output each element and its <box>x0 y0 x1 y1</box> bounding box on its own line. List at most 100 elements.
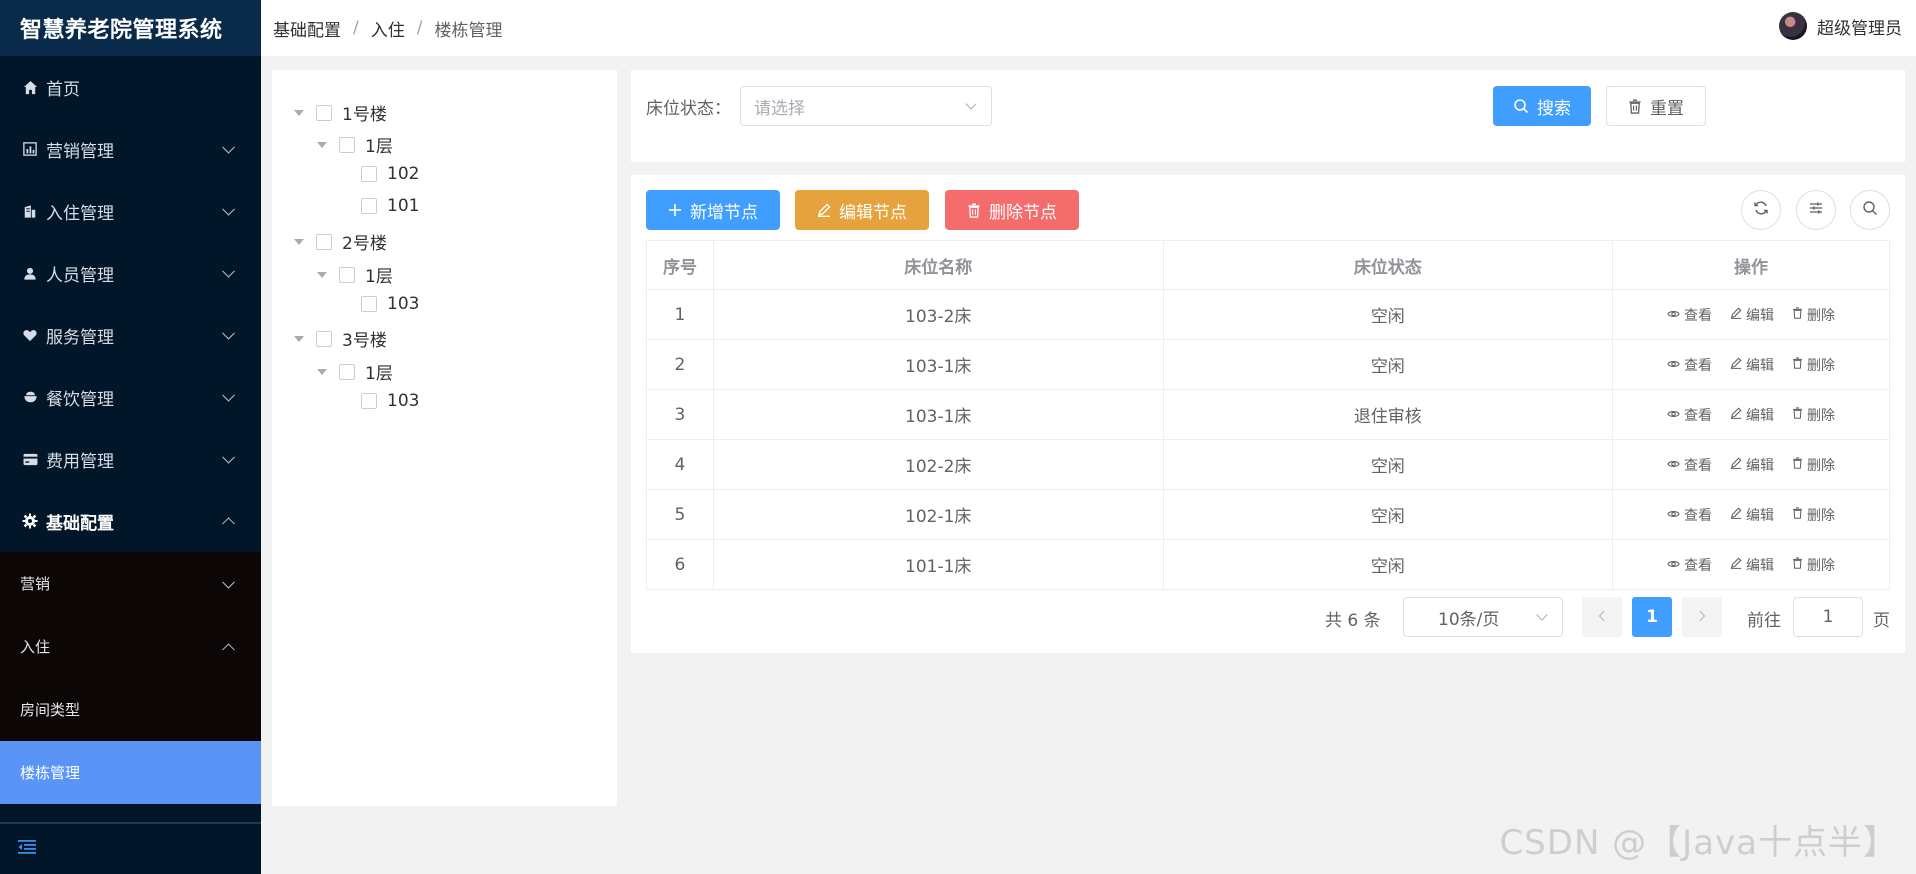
prev-page-button[interactable] <box>1582 597 1622 637</box>
sidebar-item-catering[interactable]: 餐饮管理 <box>0 366 261 428</box>
delete-button[interactable]: 删除 <box>1792 505 1835 525</box>
tree-checkbox[interactable] <box>361 393 377 409</box>
breadcrumb-item[interactable]: 基础配置 <box>273 16 341 41</box>
sidebar-item-staff[interactable]: 人员管理 <box>0 242 261 304</box>
edit-button[interactable]: 编辑 <box>1730 505 1774 525</box>
tree-checkbox[interactable] <box>361 296 377 312</box>
tree-checkbox[interactable] <box>316 330 332 347</box>
caret-down-icon[interactable] <box>317 368 327 375</box>
column-settings-button[interactable] <box>1796 190 1836 230</box>
reset-button[interactable]: 重置 <box>1606 86 1706 126</box>
sidebar-item-service[interactable]: 服务管理 <box>0 304 261 366</box>
view-label: 查看 <box>1684 557 1713 574</box>
tree-node-building-1[interactable]: 1号楼 <box>294 100 387 125</box>
bed-status-select[interactable]: 请选择 <box>740 86 992 126</box>
delete-button[interactable]: 删除 <box>1792 455 1835 475</box>
view-button[interactable]: 查看 <box>1667 405 1712 425</box>
edit-button[interactable]: 编辑 <box>1730 305 1774 325</box>
tree-node-room[interactable]: 101 <box>339 196 419 216</box>
caret-down-icon[interactable] <box>294 335 304 342</box>
tree-node-floor[interactable]: 1层 <box>317 359 393 384</box>
tree-node-room[interactable]: 103 <box>339 391 419 411</box>
edit-button[interactable]: 编辑 <box>1730 555 1774 575</box>
breadcrumb-item[interactable]: 入住 <box>371 16 405 41</box>
trash-icon <box>1792 406 1807 423</box>
goto-page-input[interactable]: 1 <box>1793 597 1863 637</box>
delete-label: 删除 <box>1807 357 1836 374</box>
chevron-left-icon <box>1598 607 1606 627</box>
cell-index: 1 <box>646 289 714 340</box>
delete-button[interactable]: 删除 <box>1792 355 1835 375</box>
tree-checkbox[interactable] <box>361 166 377 182</box>
sidebar-item-basic-config[interactable]: 基础配置 <box>0 490 261 552</box>
edit-label: 编辑 <box>1746 357 1775 374</box>
cell-index: 3 <box>646 389 714 440</box>
next-page-button[interactable] <box>1682 597 1722 637</box>
tree-checkbox[interactable] <box>316 233 332 250</box>
view-button[interactable]: 查看 <box>1667 555 1712 575</box>
cell-bed-name: 102-2床 <box>712 439 1164 490</box>
sidebar-subitem-checkin[interactable]: 入住 <box>0 615 261 678</box>
edit-button[interactable]: 编辑 <box>1730 355 1774 375</box>
avatar <box>1779 12 1807 40</box>
caret-down-icon[interactable] <box>317 271 327 278</box>
sidebar-item-marketing[interactable]: 营销管理 <box>0 118 261 180</box>
user-menu[interactable]: 超级管理员 <box>1779 12 1902 40</box>
view-label: 查看 <box>1684 407 1713 424</box>
chevron-down-icon <box>222 575 235 589</box>
add-node-button[interactable]: 新增节点 <box>646 190 780 230</box>
tree-checkbox[interactable] <box>339 363 355 380</box>
delete-node-button[interactable]: 删除节点 <box>945 190 1079 230</box>
tree-checkbox[interactable] <box>339 136 355 153</box>
tree-node-building-2[interactable]: 2号楼 <box>294 229 387 254</box>
tree-node-floor[interactable]: 1层 <box>317 132 393 157</box>
tree-node-floor[interactable]: 1层 <box>317 262 393 287</box>
sidebar-subitem-room-type[interactable]: 房间类型 <box>0 678 261 741</box>
sidebar-item-home[interactable]: 首页 <box>0 56 261 118</box>
view-button[interactable]: 查看 <box>1667 305 1712 325</box>
toggle-search-button[interactable] <box>1850 190 1890 230</box>
table-row: 5 102-1床 空闲 查看 编辑 删除 <box>646 489 1890 540</box>
view-label: 查看 <box>1684 507 1713 524</box>
caret-down-icon[interactable] <box>294 109 304 116</box>
sidebar-subitem-building[interactable]: 楼栋管理 <box>0 741 261 804</box>
card-icon <box>22 451 38 467</box>
edit-node-button[interactable]: 编辑节点 <box>795 190 929 230</box>
collapse-sidebar-button[interactable] <box>0 822 261 874</box>
tree-checkbox[interactable] <box>361 198 377 214</box>
page-number-button[interactable]: 1 <box>1632 597 1672 637</box>
page-size-select[interactable]: 10条/页 <box>1403 597 1563 637</box>
sidebar-item-checkin[interactable]: 入住管理 <box>0 180 261 242</box>
search-button[interactable]: 搜索 <box>1493 86 1591 126</box>
sidebar-item-fees[interactable]: 费用管理 <box>0 428 261 490</box>
caret-down-icon[interactable] <box>294 238 304 245</box>
tree-node-label: 1号楼 <box>342 105 387 125</box>
delete-button[interactable]: 删除 <box>1792 555 1835 575</box>
column-header-bed-name: 床位名称 <box>712 240 1164 290</box>
edit-button[interactable]: 编辑 <box>1730 405 1774 425</box>
tree-node-building-3[interactable]: 3号楼 <box>294 326 387 351</box>
plus-icon <box>668 203 682 217</box>
sidebar-subitem-marketing[interactable]: 营销 <box>0 552 261 615</box>
refresh-button[interactable] <box>1741 190 1781 230</box>
tree-checkbox[interactable] <box>316 104 332 121</box>
delete-button[interactable]: 删除 <box>1792 405 1835 425</box>
user-icon <box>22 265 38 281</box>
view-button[interactable]: 查看 <box>1667 505 1712 525</box>
tree-node-room[interactable]: 102 <box>339 164 419 184</box>
collapse-icon <box>18 839 36 859</box>
delete-button[interactable]: 删除 <box>1792 305 1835 325</box>
caret-down-icon[interactable] <box>317 141 327 148</box>
tree-node-room[interactable]: 103 <box>339 294 419 314</box>
view-button[interactable]: 查看 <box>1667 455 1712 475</box>
trash-icon <box>967 202 981 218</box>
cell-bed-name: 103-2床 <box>712 289 1164 340</box>
tree-checkbox[interactable] <box>339 266 355 283</box>
trash-icon <box>1792 356 1807 373</box>
edit-label: 编辑 <box>1746 507 1775 524</box>
edit-button[interactable]: 编辑 <box>1730 455 1774 475</box>
building-icon <box>22 203 38 219</box>
cell-actions: 查看 编辑 删除 <box>1612 439 1890 490</box>
view-button[interactable]: 查看 <box>1667 355 1712 375</box>
edit-label: 编辑 <box>1746 307 1775 324</box>
